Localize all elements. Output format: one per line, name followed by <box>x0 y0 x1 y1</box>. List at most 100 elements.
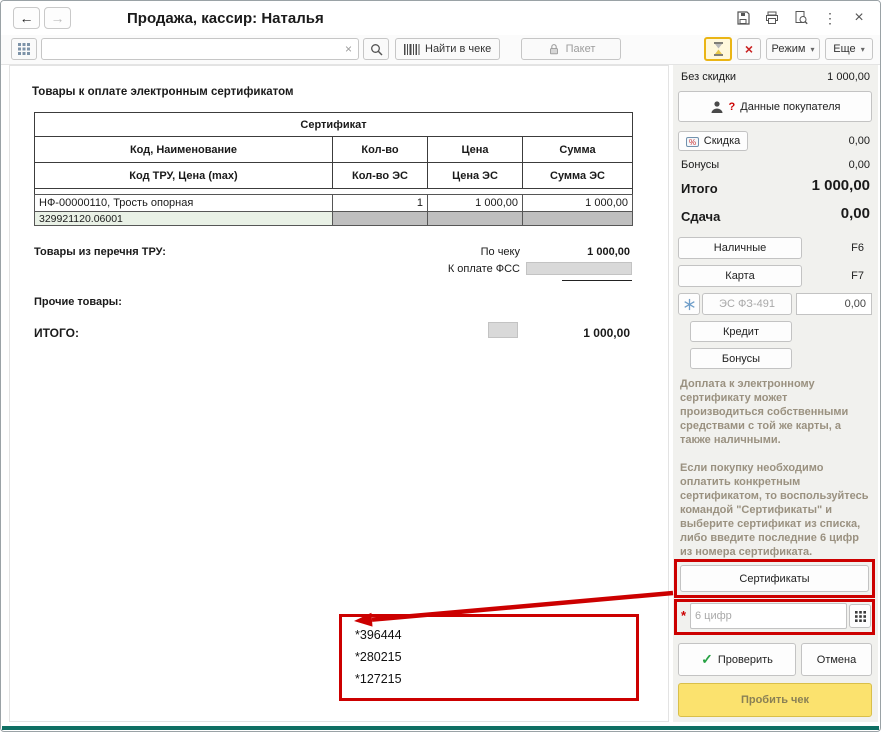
mode-dropdown-button[interactable]: Режим ▾ <box>766 38 820 60</box>
grand-total-value: 1 000,00 <box>583 326 630 340</box>
col-header: Цена <box>427 136 523 163</box>
col-header: Сумма ЭС <box>522 162 633 189</box>
window-bottom-bar <box>2 726 879 730</box>
bonuses-button[interactable]: Бонусы <box>690 348 792 369</box>
submit-receipt-label: Пробить чек <box>740 694 810 706</box>
table-group-header-row: Сертификат <box>34 112 633 137</box>
search-field: × <box>41 38 359 60</box>
print-icon[interactable] <box>763 9 781 27</box>
keypad-button[interactable] <box>849 604 871 628</box>
table-row[interactable]: НФ-00000110, Трость опорная 1 1 000,00 1… <box>34 194 633 212</box>
checkmark-icon: ✓ <box>701 651 713 667</box>
other-goods-label: Прочие товары: <box>34 296 122 308</box>
es-amount-value: 0,00 <box>844 298 866 310</box>
col-header: Код ТРУ, Цена (max) <box>34 162 333 189</box>
kebab-menu-icon[interactable]: ⋮ <box>821 9 839 27</box>
credit-label: Кредит <box>722 325 759 338</box>
empty-gray-cell <box>332 211 428 226</box>
cash-button[interactable]: Наличные <box>678 237 802 259</box>
cash-label: Наличные <box>713 242 767 254</box>
item-sum-cell: 1 000,00 <box>522 194 633 212</box>
cancel-receipt-button[interactable]: × <box>737 38 761 60</box>
empty-gray-cell <box>427 211 523 226</box>
chevron-down-icon: ▾ <box>810 44 815 54</box>
table-row[interactable]: 329921120.06001 <box>34 211 633 226</box>
credit-button[interactable]: Кредит <box>690 321 792 342</box>
certificate-table: Сертификат Код, Наименование Кол-во Цена… <box>34 112 633 226</box>
grand-total-label: ИТОГО: <box>34 326 79 340</box>
tru-code-cell: 329921120.06001 <box>34 211 333 226</box>
snowflake-icon <box>683 298 695 310</box>
certificates-label: Сертификаты <box>739 572 810 585</box>
certificate-number: *396444 <box>355 628 402 642</box>
by-receipt-value: 1 000,00 <box>587 246 630 258</box>
table-header-row-1: Код, Наименование Кол-во Цена Сумма <box>34 136 633 163</box>
pos-window: ← → Продажа, кассир: Наталья ⋮ × × Найти… <box>0 0 881 732</box>
change-label: Сдача <box>681 209 721 224</box>
submit-receipt-button[interactable]: Пробить чек <box>678 683 872 717</box>
no-discount-value: 1 000,00 <box>827 71 870 83</box>
back-icon: ← <box>19 10 34 26</box>
certificates-button[interactable]: Сертификаты <box>680 565 869 592</box>
total-label: Итого <box>681 181 718 196</box>
change-value: 0,00 <box>840 205 870 222</box>
col-header: Код, Наименование <box>34 136 333 163</box>
svg-text:%: % <box>689 138 696 147</box>
help-text-surcharge: Доплата к электронному сертификату может… <box>680 378 849 446</box>
clear-search-icon[interactable]: × <box>339 42 358 56</box>
package-button[interactable]: Пакет <box>521 38 621 60</box>
page-title: Продажа, кассир: Наталья <box>127 9 324 27</box>
grid-icon <box>18 43 30 55</box>
bonus-label: Бонусы <box>681 159 720 171</box>
back-button[interactable]: ← <box>13 7 40 29</box>
hourglass-icon <box>713 42 723 56</box>
item-name-cell: НФ-00000110, Трость опорная <box>34 194 333 212</box>
card-button[interactable]: Карта <box>678 265 802 287</box>
certificate-number: *127215 <box>355 672 402 686</box>
red-x-icon: × <box>744 41 754 57</box>
chevron-down-icon: ▾ <box>860 44 865 54</box>
cancel-button[interactable]: Отмена <box>801 643 872 676</box>
save-icon[interactable] <box>734 9 752 27</box>
forward-icon: → <box>50 10 65 26</box>
more-dropdown-button[interactable]: Еще ▾ <box>825 38 873 60</box>
forward-button[interactable]: → <box>44 7 71 29</box>
cancel-label: Отмена <box>816 653 857 666</box>
mode-label: Режим <box>771 43 806 55</box>
section-heading: Товары к оплате электронным сертификатом <box>32 86 294 98</box>
discount-label: Скидка <box>703 135 741 147</box>
certificate-numbers-annotation: *396444 *280215 *127215 <box>339 614 639 701</box>
hourglass-toggle-button[interactable] <box>704 37 732 61</box>
keypad-icon <box>854 610 866 622</box>
find-in-receipt-button[interactable]: Найти в чеке <box>395 38 501 60</box>
lock-icon <box>549 44 558 55</box>
item-qty-cell: 1 <box>332 194 428 212</box>
bonus-value: 0,00 <box>848 159 870 171</box>
discount-button[interactable]: % Скидка <box>678 131 748 151</box>
discount-icon: % <box>685 136 699 147</box>
col-header: Цена ЭС <box>427 162 523 189</box>
person-icon <box>711 100 723 113</box>
menu-grid-button[interactable] <box>11 38 37 60</box>
required-mark: * <box>681 608 687 623</box>
check-button[interactable]: ✓ Проверить <box>678 643 796 676</box>
payment-sidebar: Без скидки 1 000,00 ? Данные покупателя … <box>673 65 878 722</box>
es-snowflake-button[interactable] <box>678 293 700 315</box>
certificate-digits-input[interactable] <box>690 603 847 629</box>
es-fz491-button[interactable]: ЭС ФЗ-491 <box>702 293 792 315</box>
es-fz491-label: ЭС ФЗ-491 <box>719 298 775 310</box>
close-icon[interactable]: × <box>850 9 868 27</box>
es-amount-field[interactable]: 0,00 <box>796 293 872 315</box>
package-label: Пакет <box>565 43 596 55</box>
find-in-receipt-label: Найти в чеке <box>425 43 492 55</box>
customer-data-button[interactable]: ? Данные покупателя <box>678 91 872 122</box>
fss-amount-cell <box>526 262 632 275</box>
search-input[interactable] <box>42 40 339 58</box>
titlebar: ← → Продажа, кассир: Наталья ⋮ × <box>1 1 880 35</box>
preview-icon[interactable] <box>792 9 810 27</box>
search-button[interactable] <box>363 38 389 60</box>
search-icon <box>370 43 383 56</box>
more-label: Еще <box>833 43 856 55</box>
bonuses-label: Бонусы <box>721 352 761 365</box>
col-header: Кол-во ЭС <box>332 162 428 189</box>
